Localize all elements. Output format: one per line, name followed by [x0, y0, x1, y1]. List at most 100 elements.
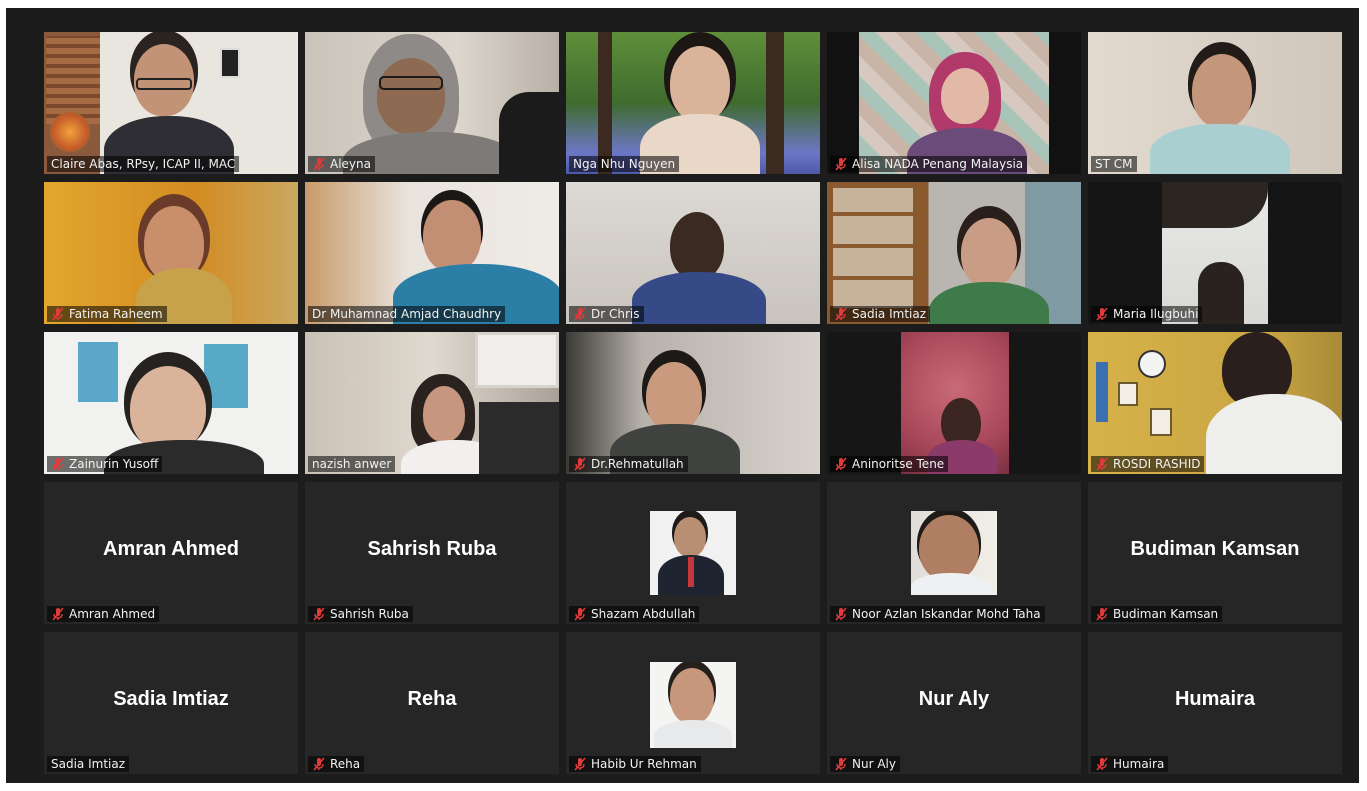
video-feed	[44, 182, 298, 324]
participant-name: Aleyna	[330, 157, 371, 171]
participant-tile[interactable]: Aleyna	[305, 32, 559, 174]
mic-muted-icon	[574, 757, 586, 771]
participant-name-label: Aninoritse Tene	[830, 456, 949, 472]
video-feed	[1088, 32, 1342, 174]
participant-tile[interactable]: Nur Aly Nur Aly	[827, 632, 1081, 774]
participant-name-label: Sadia Imtiaz	[47, 756, 130, 772]
mic-muted-icon	[1096, 757, 1108, 771]
participant-tile[interactable]: Sadia Imtiaz	[827, 182, 1081, 324]
participant-name-label: Noor Azlan Iskandar Mohd Taha	[830, 606, 1045, 622]
mic-muted-icon	[835, 757, 847, 771]
video-feed	[566, 332, 820, 474]
participant-name-label: Maria Ilugbuhi	[1091, 306, 1203, 322]
video-feed	[1088, 332, 1342, 474]
participant-name-label: Habib Ur Rehman	[569, 756, 701, 772]
profile-picture	[911, 511, 997, 595]
participant-tile[interactable]: Dr.Rehmatullah	[566, 332, 820, 474]
participant-name: Budiman Kamsan	[1113, 607, 1219, 621]
video-feed	[305, 182, 559, 324]
video-feed	[566, 182, 820, 324]
participant-display-name: Nur Aly	[918, 688, 990, 710]
participant-tile[interactable]: Claire Abas, RPsy, ICAP II, MAC	[44, 32, 298, 174]
participant-tile[interactable]: Nga Nhu Nguyen	[566, 32, 820, 174]
participant-name: Shazam Abdullah	[591, 607, 696, 621]
participant-tile[interactable]: Sahrish Ruba Sahrish Ruba	[305, 482, 559, 624]
participant-name: Nga Nhu Nguyen	[573, 157, 676, 171]
profile-picture	[650, 511, 736, 595]
participant-name: Dr Muhamnad Amjad Chaudhry	[312, 307, 502, 321]
participant-name: Noor Azlan Iskandar Mohd Taha	[852, 607, 1041, 621]
video-feed	[827, 182, 1081, 324]
participant-tile[interactable]: ST CM	[1088, 32, 1342, 174]
participant-display-name: Humaira	[1174, 688, 1256, 710]
mic-muted-icon	[574, 607, 586, 621]
participant-tile[interactable]: Dr Muhamnad Amjad Chaudhry	[305, 182, 559, 324]
participant-name-label: Sahrish Ruba	[308, 606, 413, 622]
video-feed	[827, 332, 1081, 474]
participant-name-label: Dr Chris	[569, 306, 644, 322]
mic-muted-icon	[1096, 457, 1108, 471]
participant-name-label: Nga Nhu Nguyen	[569, 156, 680, 172]
participant-name: Dr.Rehmatullah	[591, 457, 684, 471]
participant-name-label: nazish anwer	[308, 456, 396, 472]
participant-name-label: Nur Aly	[830, 756, 900, 772]
participant-display-name: Reha	[407, 688, 457, 710]
participant-name: Claire Abas, RPsy, ICAP II, MAC	[51, 157, 236, 171]
mic-muted-icon	[835, 307, 847, 321]
gallery-view: Claire Abas, RPsy, ICAP II, MAC Aleyna N…	[6, 8, 1359, 783]
video-feed	[44, 332, 298, 474]
video-feed	[305, 332, 559, 474]
participant-name: Sadia Imtiaz	[852, 307, 927, 321]
participant-name-label: Dr Muhamnad Amjad Chaudhry	[308, 306, 506, 322]
participant-tile[interactable]: nazish anwer	[305, 332, 559, 474]
participant-name-label: Zainurin Yusoff	[47, 456, 163, 472]
video-feed	[44, 32, 298, 174]
participant-name-label: ST CM	[1091, 156, 1137, 172]
participant-tile[interactable]: ROSDI RASHID	[1088, 332, 1342, 474]
mic-muted-icon	[1096, 307, 1108, 321]
participant-name-label: Budiman Kamsan	[1091, 606, 1223, 622]
participant-tile[interactable]: Sadia Imtiaz Sadia Imtiaz	[44, 632, 298, 774]
participant-display-name: Budiman Kamsan	[1130, 538, 1300, 560]
participant-display-name: Sadia Imtiaz	[113, 688, 229, 710]
video-feed	[827, 32, 1081, 174]
participant-display-name: Sahrish Ruba	[367, 538, 497, 560]
video-feed	[305, 32, 559, 174]
mic-muted-icon	[313, 607, 325, 621]
participant-tile[interactable]: Humaira Humaira	[1088, 632, 1342, 774]
participant-tile[interactable]: Alisa NADA Penang Malaysia	[827, 32, 1081, 174]
participant-tile[interactable]: Zainurin Yusoff	[44, 332, 298, 474]
participant-tile[interactable]: Aninoritse Tene	[827, 332, 1081, 474]
participant-tile[interactable]: Shazam Abdullah	[566, 482, 820, 624]
participant-tile[interactable]: Habib Ur Rehman	[566, 632, 820, 774]
participant-tile[interactable]: Fatima Raheem	[44, 182, 298, 324]
video-feed	[566, 32, 820, 174]
participant-name-label: Fatima Raheem	[47, 306, 167, 322]
mic-muted-icon	[313, 157, 325, 171]
video-feed	[1088, 182, 1342, 324]
participant-name-label: Claire Abas, RPsy, ICAP II, MAC	[47, 156, 240, 172]
participant-name-label: Shazam Abdullah	[569, 606, 700, 622]
mic-muted-icon	[52, 307, 64, 321]
mic-muted-icon	[313, 757, 325, 771]
participant-grid: Claire Abas, RPsy, ICAP II, MAC Aleyna N…	[44, 32, 1342, 774]
participant-name: Maria Ilugbuhi	[1113, 307, 1199, 321]
participant-name-label: Humaira	[1091, 756, 1169, 772]
participant-tile[interactable]: Amran Ahmed Amran Ahmed	[44, 482, 298, 624]
mic-muted-icon	[835, 457, 847, 471]
participant-name-label: Aleyna	[308, 156, 375, 172]
participant-tile[interactable]: Reha Reha	[305, 632, 559, 774]
profile-picture	[650, 662, 736, 748]
participant-tile[interactable]: Dr Chris	[566, 182, 820, 324]
mic-muted-icon	[574, 307, 586, 321]
participant-tile[interactable]: Noor Azlan Iskandar Mohd Taha	[827, 482, 1081, 624]
participant-tile[interactable]: Budiman Kamsan Budiman Kamsan	[1088, 482, 1342, 624]
participant-name: Humaira	[1113, 757, 1165, 771]
participant-name: Dr Chris	[591, 307, 640, 321]
participant-name-label: Amran Ahmed	[47, 606, 160, 622]
participant-name: Reha	[330, 757, 361, 771]
participant-tile[interactable]: Maria Ilugbuhi	[1088, 182, 1342, 324]
participant-display-name: Amran Ahmed	[103, 538, 239, 560]
mic-muted-icon	[52, 457, 64, 471]
mic-muted-icon	[835, 607, 847, 621]
